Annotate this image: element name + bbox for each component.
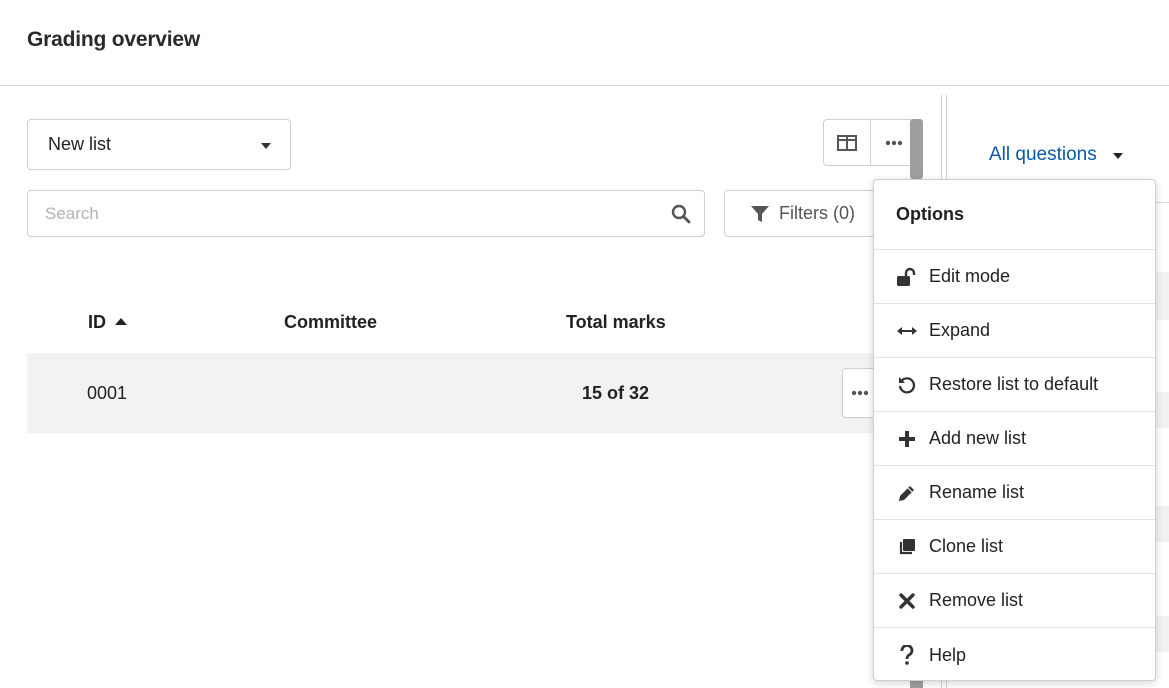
menu-item-edit-mode[interactable]: Edit mode	[874, 250, 1155, 304]
search-icon[interactable]	[671, 204, 691, 224]
columns-icon	[837, 134, 857, 151]
cell-total-marks: 15 of 32	[582, 383, 650, 403]
menu-item-rename-list[interactable]: Rename list	[874, 466, 1155, 520]
column-header-committee[interactable]: Committee	[284, 312, 377, 333]
options-menu: Options Edit mode Expand Restore list to…	[873, 179, 1156, 681]
page-title: Grading overview	[27, 28, 201, 51]
search-input[interactable]	[28, 191, 628, 236]
list-select[interactable]: New list	[27, 119, 291, 170]
row-band	[1155, 272, 1169, 320]
ellipsis-icon	[851, 390, 869, 396]
unlock-icon	[897, 267, 916, 286]
filter-icon	[751, 205, 769, 222]
close-icon	[899, 592, 915, 609]
scrollbar-thumb[interactable]	[910, 119, 923, 179]
column-header-total-marks[interactable]: Total marks	[566, 312, 666, 333]
sort-ascending-icon	[115, 318, 127, 325]
menu-item-restore-list[interactable]: Restore list to default	[874, 358, 1155, 412]
questions-select[interactable]: All questions	[989, 144, 1097, 166]
search-box	[27, 190, 705, 237]
columns-button[interactable]	[824, 120, 870, 165]
menu-item-add-new-list[interactable]: Add new list	[874, 412, 1155, 466]
view-button-group	[823, 119, 918, 166]
row-band	[1155, 392, 1169, 428]
restore-icon	[898, 376, 916, 394]
list-select-value: New list	[48, 134, 112, 154]
menu-item-help[interactable]: Help	[874, 628, 1155, 682]
expand-arrows-icon	[897, 326, 917, 335]
page-header: Grading overview	[0, 0, 1169, 86]
clone-icon	[899, 538, 915, 554]
menu-item-remove-list[interactable]: Remove list	[874, 574, 1155, 628]
filters-label: Filters (0)	[779, 203, 855, 223]
chevron-down-icon[interactable]	[1113, 153, 1123, 159]
menu-item-clone-list[interactable]: Clone list	[874, 520, 1155, 574]
cell-id: 0001	[87, 383, 128, 403]
menu-item-expand[interactable]: Expand	[874, 304, 1155, 358]
filters-button[interactable]: Filters (0)	[724, 190, 884, 237]
pencil-icon	[899, 485, 914, 501]
chevron-down-icon	[261, 143, 271, 149]
plus-icon	[899, 430, 915, 447]
options-menu-title: Options	[874, 180, 1155, 250]
column-header-id[interactable]: ID	[88, 312, 127, 333]
row-band	[1155, 616, 1169, 652]
row-band	[1155, 506, 1169, 542]
help-icon	[900, 645, 914, 665]
table-row[interactable]: 0001 15 of 32	[27, 353, 892, 433]
ellipsis-icon	[885, 140, 903, 145]
